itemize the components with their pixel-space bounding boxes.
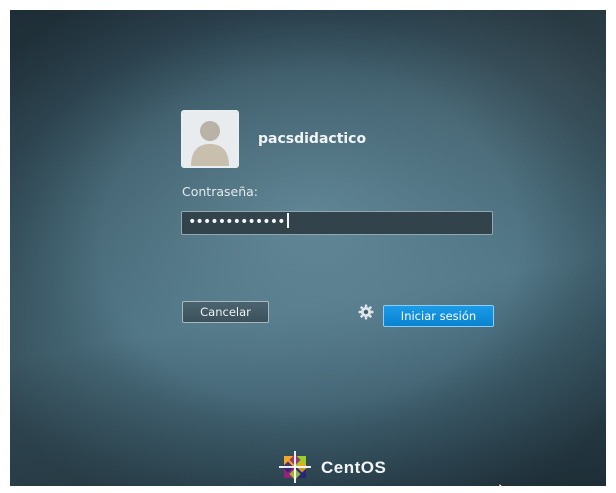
centos-logo-icon bbox=[279, 451, 311, 483]
cancel-button[interactable]: Cancelar bbox=[182, 301, 269, 323]
user-avatar-icon[interactable] bbox=[181, 110, 239, 168]
background-vignette bbox=[10, 10, 606, 486]
gear-icon[interactable] bbox=[358, 304, 374, 320]
password-input[interactable]: ••••••••••••• bbox=[181, 211, 493, 235]
login-screen: pacsdidactico Contraseña: ••••••••••••• … bbox=[10, 10, 606, 486]
mouse-pointer-icon bbox=[498, 482, 503, 486]
username-label[interactable]: pacsdidactico bbox=[258, 131, 366, 147]
password-label: Contraseña: bbox=[182, 184, 258, 199]
text-caret bbox=[286, 213, 289, 228]
password-value: ••••••••••••• bbox=[188, 214, 286, 230]
centos-brand-text: CentOS bbox=[321, 458, 387, 477]
sign-in-button[interactable]: Iniciar sesión bbox=[383, 305, 494, 327]
